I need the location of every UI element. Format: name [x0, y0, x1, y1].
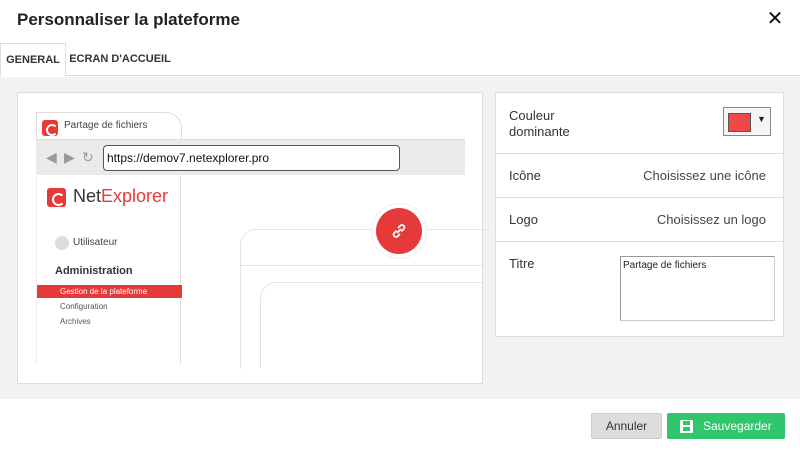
preview-browser-tab: Partage de fichiers [36, 112, 182, 142]
cancel-button[interactable]: Annuler [591, 413, 662, 439]
color-label: Couleur dominante [509, 108, 570, 139]
color-swatch [728, 113, 751, 132]
brand-net: Net [73, 186, 102, 206]
brand-explorer: Explorer [101, 186, 169, 206]
icon-label: Icône [509, 168, 541, 183]
refresh-icon: ↻ [82, 149, 94, 165]
save-button[interactable]: Sauvegarder [667, 413, 785, 439]
arrow-left-icon: ◀ [46, 149, 57, 165]
title-label: Titre [509, 256, 535, 271]
color-row: Couleur dominante ▼ [496, 93, 783, 154]
link-icon [392, 224, 406, 238]
arrow-right-icon: ▶ [64, 149, 75, 165]
preview-fab [376, 208, 422, 254]
preview-address-bar: ◀ ▶ ↻ https://demov7.netexplorer.pro [36, 139, 465, 175]
preview-admin-label: Administration [55, 265, 133, 277]
settings-panel: Couleur dominante ▼ Icône Choisissez une… [495, 92, 784, 337]
tab-bar: GENERAL ECRAN D'ACCUEIL [0, 43, 800, 77]
preview-tab-title: Partage de fichiers [64, 120, 148, 131]
netexplorer-logo-icon [47, 188, 66, 207]
title-textarea[interactable]: Partage de fichiers [620, 256, 775, 321]
avatar [55, 236, 69, 250]
preview-menu-item: Archives [60, 317, 91, 326]
tab-general[interactable]: GENERAL [0, 43, 66, 77]
preview-menu-item: Configuration [60, 302, 108, 311]
preview-inner-panel [260, 282, 484, 368]
choose-logo-link[interactable]: Choisissez un logo [657, 212, 766, 227]
platform-preview: Partage de fichiers ◀ ▶ ↻ https://demov7… [17, 92, 490, 384]
save-label: Sauvegarder [703, 419, 772, 433]
netexplorer-logo-icon [42, 120, 58, 136]
caret-down-icon: ▼ [757, 114, 766, 124]
preview-divider [240, 265, 484, 266]
logo-label: Logo [509, 212, 538, 227]
close-icon[interactable]: ✕ [764, 8, 786, 30]
preview-brand: NetExplorer [73, 186, 168, 207]
tab-ecran-accueil[interactable]: ECRAN D'ACCUEIL [66, 43, 174, 76]
choose-icon-link[interactable]: Choisissez une icône [643, 168, 766, 183]
icon-row: Icône Choisissez une icône [496, 154, 783, 198]
preview-user-label: Utilisateur [73, 237, 118, 248]
title-row: Titre Partage de fichiers [496, 242, 783, 336]
preview-menu-item: Gestion de la plateforme [37, 285, 182, 298]
dialog-header: Personnaliser la plateforme ✕ [0, 0, 800, 42]
save-icon [680, 420, 693, 433]
dialog-title: Personnaliser la plateforme [17, 10, 240, 29]
color-picker[interactable]: ▼ [723, 107, 771, 136]
dialog-footer: Annuler Sauvegarder [0, 399, 800, 459]
logo-row: Logo Choisissez un logo [496, 198, 783, 242]
preview-sidebar: NetExplorer Utilisateur Administration G… [36, 175, 182, 364]
preview-url: https://demov7.netexplorer.pro [103, 145, 400, 171]
